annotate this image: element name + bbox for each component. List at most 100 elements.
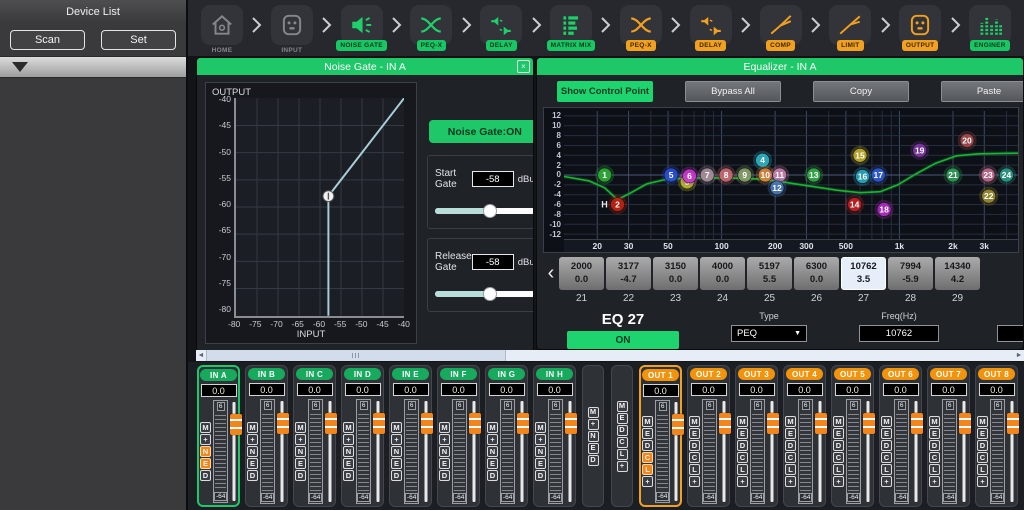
eq-point-15[interactable]: 15 <box>850 146 869 165</box>
channel-button-n[interactable]: N <box>391 446 402 457</box>
eq-band-21[interactable]: 20000.021 <box>559 257 604 304</box>
channel-button-d[interactable]: D <box>689 440 700 451</box>
channel-button-e[interactable]: E <box>881 428 892 439</box>
band-prev-button[interactable]: ‹ <box>543 257 559 289</box>
channel-button-d[interactable]: D <box>200 470 211 481</box>
toolbar-item-delay[interactable]: DELAY <box>687 5 735 51</box>
fader-handle[interactable] <box>565 413 577 434</box>
channel-button-d[interactable]: D <box>642 440 653 451</box>
master-strip-out[interactable]: MEDCL+ <box>611 365 633 507</box>
channel-strip-out-8[interactable]: OUT 80.0MEDCL+6-64 <box>975 365 1018 507</box>
channel-button-plus[interactable]: + <box>977 476 988 487</box>
paste-button[interactable]: Paste <box>941 81 1024 102</box>
fader-handle[interactable] <box>767 413 779 434</box>
channel-button-plus[interactable]: + <box>343 434 354 445</box>
channel-button-l[interactable]: L <box>737 464 748 475</box>
channel-button-d[interactable]: D <box>881 440 892 451</box>
release-gate-value[interactable]: -58 <box>472 254 514 270</box>
eq-band-29[interactable]: 143404.229 <box>935 257 980 304</box>
channel-button-plus[interactable]: + <box>642 476 653 487</box>
channel-button-m[interactable]: M <box>617 401 628 412</box>
channel-gain-value[interactable]: 0.0 <box>393 383 429 396</box>
channel-button-d[interactable]: D <box>833 440 844 451</box>
eq-point-14[interactable]: 14 <box>845 195 864 214</box>
fader-track[interactable] <box>373 399 382 504</box>
channel-button-e[interactable]: E <box>439 458 450 469</box>
fader-track[interactable] <box>230 400 237 503</box>
channel-button-plus[interactable]: + <box>535 434 546 445</box>
channel-button-plus[interactable]: + <box>487 434 498 445</box>
scroll-right-icon[interactable]: ► <box>1014 352 1024 359</box>
eq-q-input[interactable]: 1.0 <box>997 325 1024 342</box>
eq-band-cell[interactable]: 40000.0 <box>700 257 745 290</box>
gate-threshold-point[interactable] <box>323 191 334 202</box>
eq-point-20[interactable]: 20 <box>958 131 977 150</box>
channel-gain-value[interactable]: 0.0 <box>441 383 477 396</box>
toolbar-item-enginer[interactable]: ENGINER <box>966 5 1014 51</box>
fader-handle[interactable] <box>230 414 242 435</box>
fader-track[interactable] <box>517 399 526 504</box>
channel-button-plus[interactable]: + <box>295 434 306 445</box>
eq-band-cell[interactable]: 3177-4.7 <box>606 257 651 290</box>
fader-track[interactable] <box>672 400 679 503</box>
channel-button-e[interactable]: E <box>200 458 211 469</box>
channel-button-l[interactable]: L <box>617 449 628 460</box>
fader-track[interactable] <box>815 399 824 504</box>
channel-strip-in-d[interactable]: IN D0.0M+NED6-64 <box>341 365 384 507</box>
fader-handle[interactable] <box>911 413 923 434</box>
scan-button[interactable]: Scan <box>10 30 85 50</box>
eq-point-5[interactable]: 5 <box>662 166 681 185</box>
fader-track[interactable] <box>959 399 968 504</box>
eq-point-22[interactable]: 22 <box>979 187 998 206</box>
eq-band-25[interactable]: 51975.525 <box>747 257 792 304</box>
eq-point-13[interactable]: 13 <box>804 166 823 185</box>
channel-gain-value[interactable]: 0.0 <box>883 383 919 396</box>
channel-gain-value[interactable]: 0.0 <box>297 383 333 396</box>
start-gate-value[interactable]: -58 <box>472 171 514 187</box>
toolbar-item-output[interactable]: OUTPUT <box>896 5 944 51</box>
channel-button-e[interactable]: E <box>487 458 498 469</box>
channel-button-d[interactable]: D <box>343 470 354 481</box>
eq-point-8[interactable]: 8 <box>717 166 736 185</box>
channel-button-e[interactable]: E <box>785 428 796 439</box>
channel-button-n[interactable]: N <box>439 446 450 457</box>
channel-button-plus[interactable]: + <box>737 476 748 487</box>
channel-strip-in-a[interactable]: IN A0.0M+NED6-64 <box>197 365 240 507</box>
eq-band-cell[interactable]: 107623.5 <box>841 257 886 290</box>
toolbar-item-limit[interactable]: LIMIT <box>826 5 874 51</box>
fader-handle[interactable] <box>373 413 385 434</box>
toolbar-item-peq-x[interactable]: PEQ-X <box>617 5 665 51</box>
eq-point-12[interactable]: 12 <box>768 178 787 197</box>
channel-gain-value[interactable]: 0.0 <box>201 384 237 397</box>
channel-button-m[interactable]: M <box>200 422 211 433</box>
channel-button-n[interactable]: N <box>247 446 258 457</box>
channel-strip-in-g[interactable]: IN G0.0M+NED6-64 <box>485 365 528 507</box>
channel-gain-value[interactable]: 0.0 <box>537 383 573 396</box>
eq-point-17[interactable]: 17 <box>869 166 888 185</box>
channel-button-e[interactable]: E <box>617 413 628 424</box>
channel-button-c[interactable]: C <box>617 437 628 448</box>
fader-handle[interactable] <box>277 413 289 434</box>
channel-gain-value[interactable]: 0.0 <box>691 383 727 396</box>
channel-button-m[interactable]: M <box>977 416 988 427</box>
channel-strip-out-7[interactable]: OUT 70.0MEDCL+6-64 <box>927 365 970 507</box>
channel-button-d[interactable]: D <box>977 440 988 451</box>
channel-button-l[interactable]: L <box>689 464 700 475</box>
eq-band-cell[interactable]: 63000.0 <box>794 257 839 290</box>
toolbar-item-noise-gate[interactable]: NOISE GATE <box>338 5 386 51</box>
channel-button-c[interactable]: C <box>689 452 700 463</box>
horizontal-scrollbar[interactable]: ◄ ► <box>196 350 1024 361</box>
channel-button-l[interactable]: L <box>881 464 892 475</box>
channel-button-n[interactable]: N <box>487 446 498 457</box>
eq-freq-input[interactable]: 10762 <box>859 325 939 342</box>
eq-band-23[interactable]: 31500.023 <box>653 257 698 304</box>
channel-button-plus[interactable]: + <box>881 476 892 487</box>
eq-point-24[interactable]: 24 <box>997 166 1016 185</box>
fader-handle[interactable] <box>719 413 731 434</box>
channel-button-d[interactable]: D <box>391 470 402 481</box>
channel-gain-value[interactable]: 0.0 <box>835 383 871 396</box>
close-icon[interactable]: × <box>517 60 530 73</box>
channel-button-plus[interactable]: + <box>439 434 450 445</box>
channel-strip-in-f[interactable]: IN F0.0M+NED6-64 <box>437 365 480 507</box>
channel-button-e[interactable]: E <box>295 458 306 469</box>
